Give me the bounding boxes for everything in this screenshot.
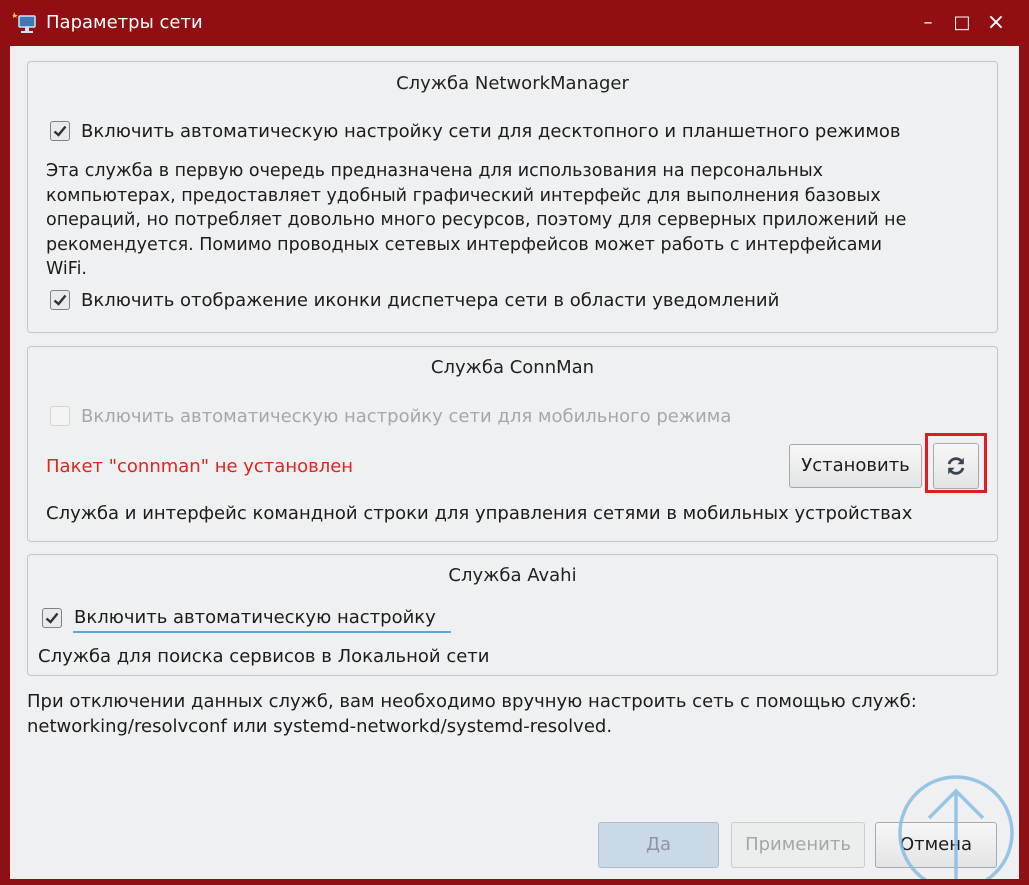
note-line: При отключении данных служб, вам необход…	[27, 691, 917, 712]
avahi-title: Служба Avahi	[448, 565, 577, 586]
nm-tray-label[interactable]: Включить отображение иконки диспетчера с…	[81, 290, 779, 311]
apply-button[interactable]: Применить	[731, 822, 865, 868]
avahi-group: Служба Avahi Включить автоматическую нас…	[27, 554, 998, 676]
nm-description-line: WiFi.	[46, 259, 87, 279]
networkmanager-title: Служба NetworkManager	[396, 73, 629, 94]
connman-auto-checkbox[interactable]	[50, 406, 70, 426]
focus-underline	[73, 631, 451, 633]
nm-description-line: компьютерах, предоставляет удобный графи…	[46, 185, 881, 206]
nm-tray-checkbox[interactable]	[50, 290, 70, 310]
avahi-auto-checkbox[interactable]	[42, 608, 62, 628]
nm-description: Эта служба в первую очередь предназначен…	[46, 159, 991, 282]
note-line: networking/resolvconf или systemd-networ…	[27, 716, 613, 737]
connman-status-error: Пакет "connman" не установлен	[46, 456, 354, 477]
connman-group: Служба ConnMan Включить автоматическую н…	[27, 346, 998, 542]
nm-description-line: операций, но потребляет довольно много р…	[46, 210, 907, 230]
nm-description-line: рекомендуется. Помимо проводных сетевых …	[46, 234, 883, 255]
window-title: Параметры сети	[46, 12, 203, 33]
nm-auto-checkbox[interactable]	[50, 121, 70, 141]
nm-auto-label[interactable]: Включить автоматическую настройку сети д…	[81, 121, 901, 142]
minimize-icon[interactable]: –	[914, 10, 942, 36]
ok-button[interactable]: Да	[598, 822, 719, 868]
highlight-frame	[925, 433, 987, 493]
network-settings-icon	[12, 12, 36, 33]
services-note: При отключении данных служб, вам необход…	[27, 689, 1002, 739]
avahi-description: Служба для поиска сервисов в Локальной с…	[38, 646, 490, 667]
connman-description: Служба и интерфейс командной строки для …	[46, 503, 913, 524]
network-settings-window: Параметры сети – □ × Служба NetworkManag…	[0, 0, 1029, 885]
nm-description-line: Эта служба в первую очередь предназначен…	[46, 161, 824, 181]
avahi-auto-label[interactable]: Включить автоматическую настройку	[74, 607, 436, 628]
title-bar[interactable]: Параметры сети – □ ×	[0, 0, 1029, 46]
connman-title: Служба ConnMan	[430, 357, 595, 378]
connman-auto-label: Включить автоматическую настройку сети д…	[81, 406, 732, 427]
dialog-body: Служба NetworkManager Включить автоматич…	[10, 46, 1019, 879]
scroll-up-watermark-icon	[898, 775, 1014, 879]
maximize-icon[interactable]: □	[948, 10, 976, 36]
networkmanager-group: Служба NetworkManager Включить автоматич…	[27, 61, 998, 333]
install-button[interactable]: Установить	[789, 444, 922, 488]
close-icon[interactable]: ×	[982, 10, 1010, 36]
